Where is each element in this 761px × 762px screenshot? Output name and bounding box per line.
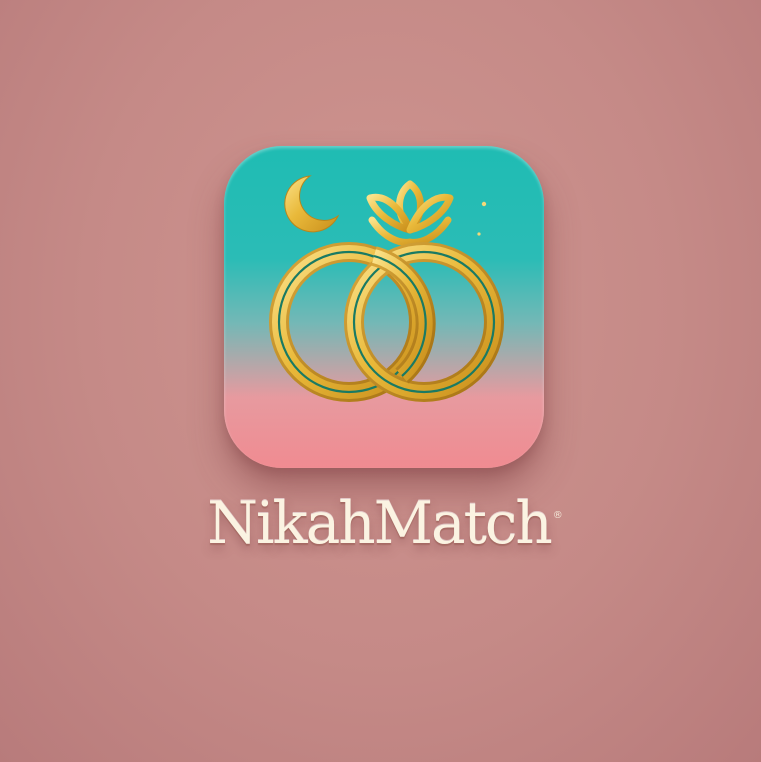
logo-scene: NikahMatch ®: [0, 0, 761, 762]
interlocked-rings-icon: [269, 242, 504, 402]
brand-wordmark: NikahMatch ®: [150, 494, 620, 552]
sparkle-icon: [477, 201, 487, 236]
app-icon-artwork: [269, 175, 504, 402]
registered-trademark: ®: [552, 510, 563, 521]
app-icon-tile: [224, 146, 544, 468]
crescent-moon-icon: [284, 175, 340, 233]
lotus-crown-icon: [366, 180, 454, 246]
brand-name: NikahMatch: [207, 489, 552, 557]
